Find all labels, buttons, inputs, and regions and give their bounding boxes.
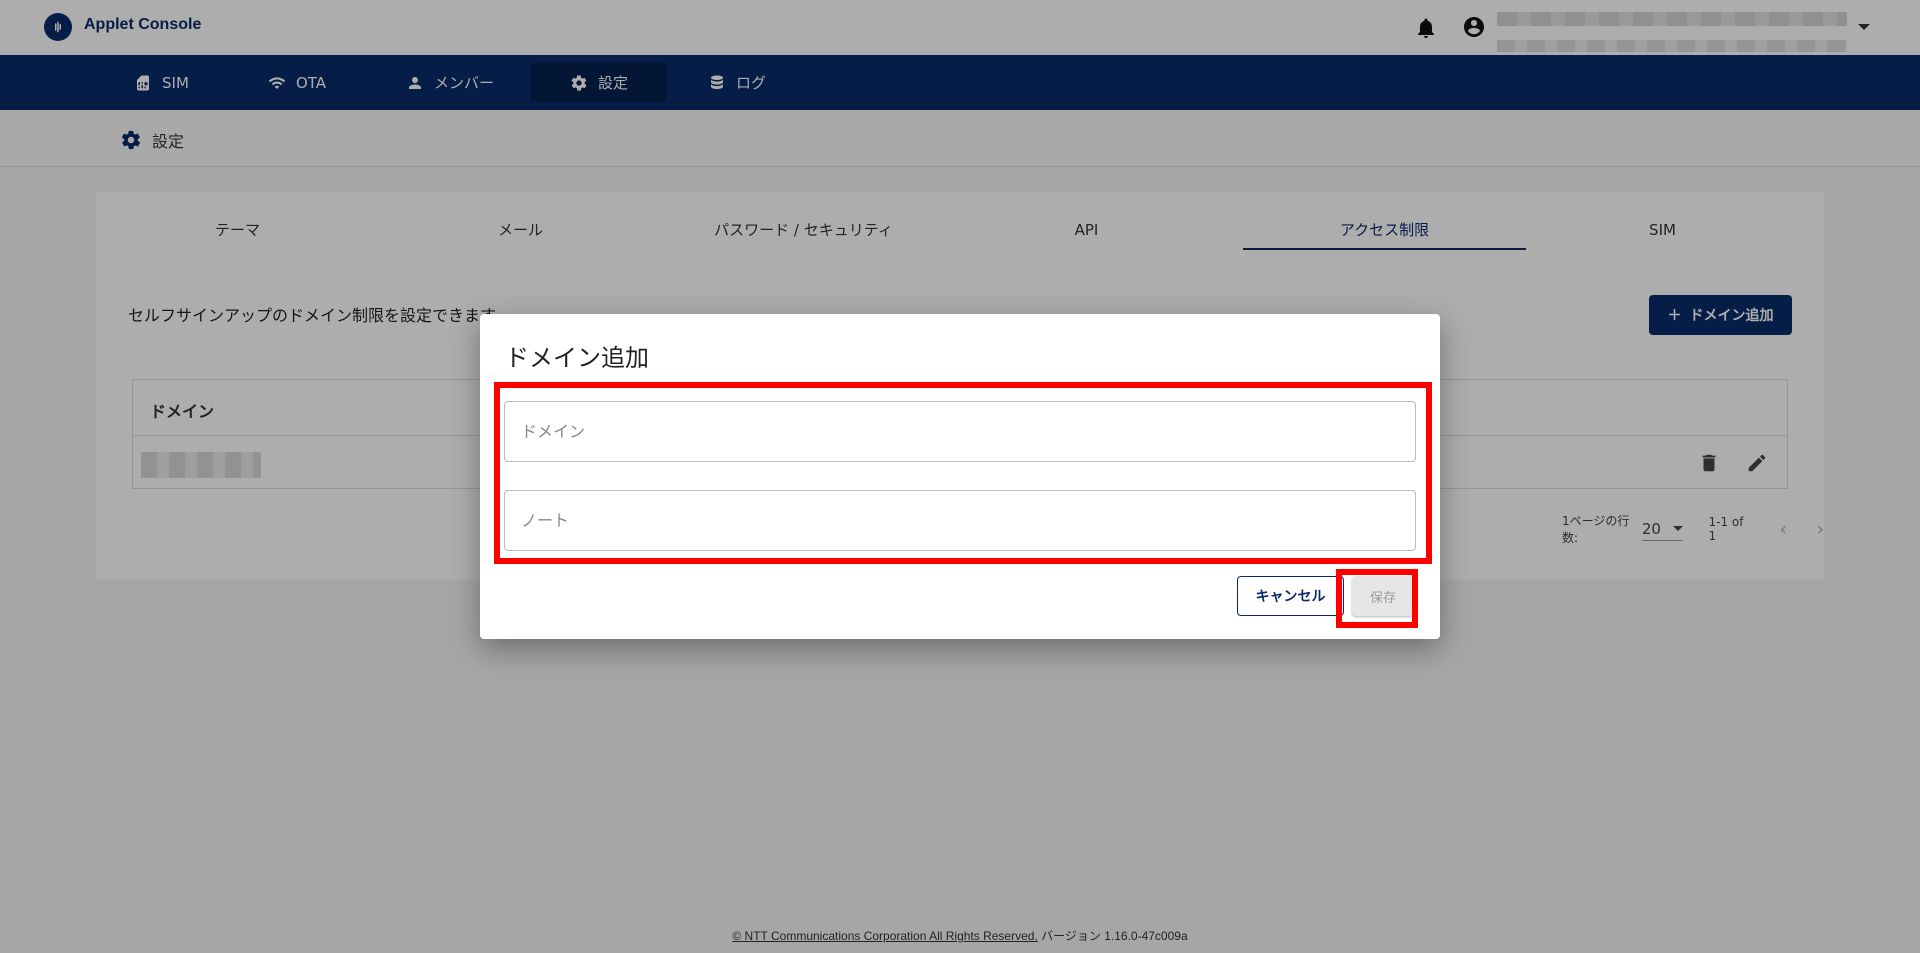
cancel-button[interactable]: キャンセル xyxy=(1237,576,1344,616)
highlight-box-save xyxy=(1336,569,1418,628)
highlight-box-fields xyxy=(494,382,1432,564)
add-domain-dialog: ドメイン追加 キャンセル 保存 xyxy=(480,314,1440,639)
dialog-title: ドメイン追加 xyxy=(505,344,649,372)
